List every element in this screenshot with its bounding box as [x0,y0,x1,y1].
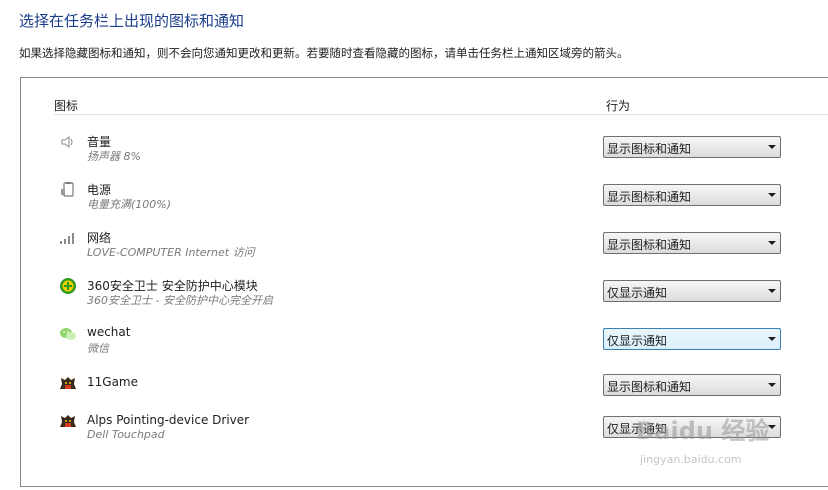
alps-pointing-icon [59,413,77,431]
11game-icon [59,375,77,393]
360-security-icon [59,277,77,295]
notification-icons-list: 图标 行为 音量 扬声器 8% 显示图标和通知 电源 电量充满(100%) 显示… [20,77,828,487]
table-row-volume: 音量 扬声器 8% 显示图标和通知 [21,133,828,173]
select-value: 仅显示通知 [607,422,668,436]
dropdown-arrow-icon [768,241,776,245]
table-row-11game: 11Game 显示图标和通知 [21,374,828,415]
behavior-select-360-security[interactable]: 仅显示通知 [603,280,781,302]
row-name: 11Game [87,375,138,389]
page-title: 选择在任务栏上出现的图标和通知 [19,12,245,30]
table-row-360-security: 360安全卫士 安全防护中心模块 360安全卫士 - 安全防护中心完全开启 仅显… [21,277,828,317]
select-value: 仅显示通知 [607,286,668,300]
select-value: 显示图标和通知 [607,142,692,156]
row-name: wechat [87,325,131,339]
column-header-icon: 图标 [54,99,79,113]
network-signal-icon [59,229,77,247]
row-subtitle: 微信 [87,342,109,355]
dropdown-arrow-icon [768,425,776,429]
behavior-select-network[interactable]: 显示图标和通知 [603,232,781,254]
table-row-power: 电源 电量充满(100%) 显示图标和通知 [21,181,828,221]
row-subtitle: LOVE-COMPUTER Internet 访问 [87,246,255,259]
behavior-select-power[interactable]: 显示图标和通知 [603,184,781,206]
behavior-select-alps-pointing[interactable]: 仅显示通知 [603,416,781,438]
row-name: Alps Pointing-device Driver [87,413,250,427]
dropdown-arrow-icon [768,337,776,341]
behavior-select-wechat[interactable]: 仅显示通知 [603,328,781,350]
table-row-wechat: wechat 微信 仅显示通知 [21,325,828,365]
dropdown-arrow-icon [768,193,776,197]
dropdown-arrow-icon [768,383,776,387]
row-subtitle: Dell Touchpad [87,428,165,441]
wechat-icon [59,325,77,343]
behavior-select-11game[interactable]: 显示图标和通知 [603,374,781,396]
row-subtitle: 360安全卫士 - 安全防护中心完全开启 [87,294,273,307]
select-value: 显示图标和通知 [607,380,692,394]
table-row-network: 网络 LOVE-COMPUTER Internet 访问 显示图标和通知 [21,229,828,269]
table-row-alps-pointing: Alps Pointing-device Driver Dell Touchpa… [21,413,828,453]
select-value: 仅显示通知 [607,334,668,348]
dropdown-arrow-icon [768,145,776,149]
column-header-behavior: 行为 [606,99,631,113]
select-value: 显示图标和通知 [607,190,692,204]
page-description: 如果选择隐藏图标和通知，则不会向您通知更改和更新。若要随时查看隐藏的图标，请单击… [19,46,629,60]
row-subtitle: 电量充满(100%) [87,198,172,211]
header-divider [54,114,828,115]
power-icon [59,181,77,199]
dropdown-arrow-icon [768,289,776,293]
speaker-icon [59,133,77,151]
behavior-select-volume[interactable]: 显示图标和通知 [603,136,781,158]
row-subtitle: 扬声器 8% [87,150,141,163]
select-value: 显示图标和通知 [607,238,692,252]
